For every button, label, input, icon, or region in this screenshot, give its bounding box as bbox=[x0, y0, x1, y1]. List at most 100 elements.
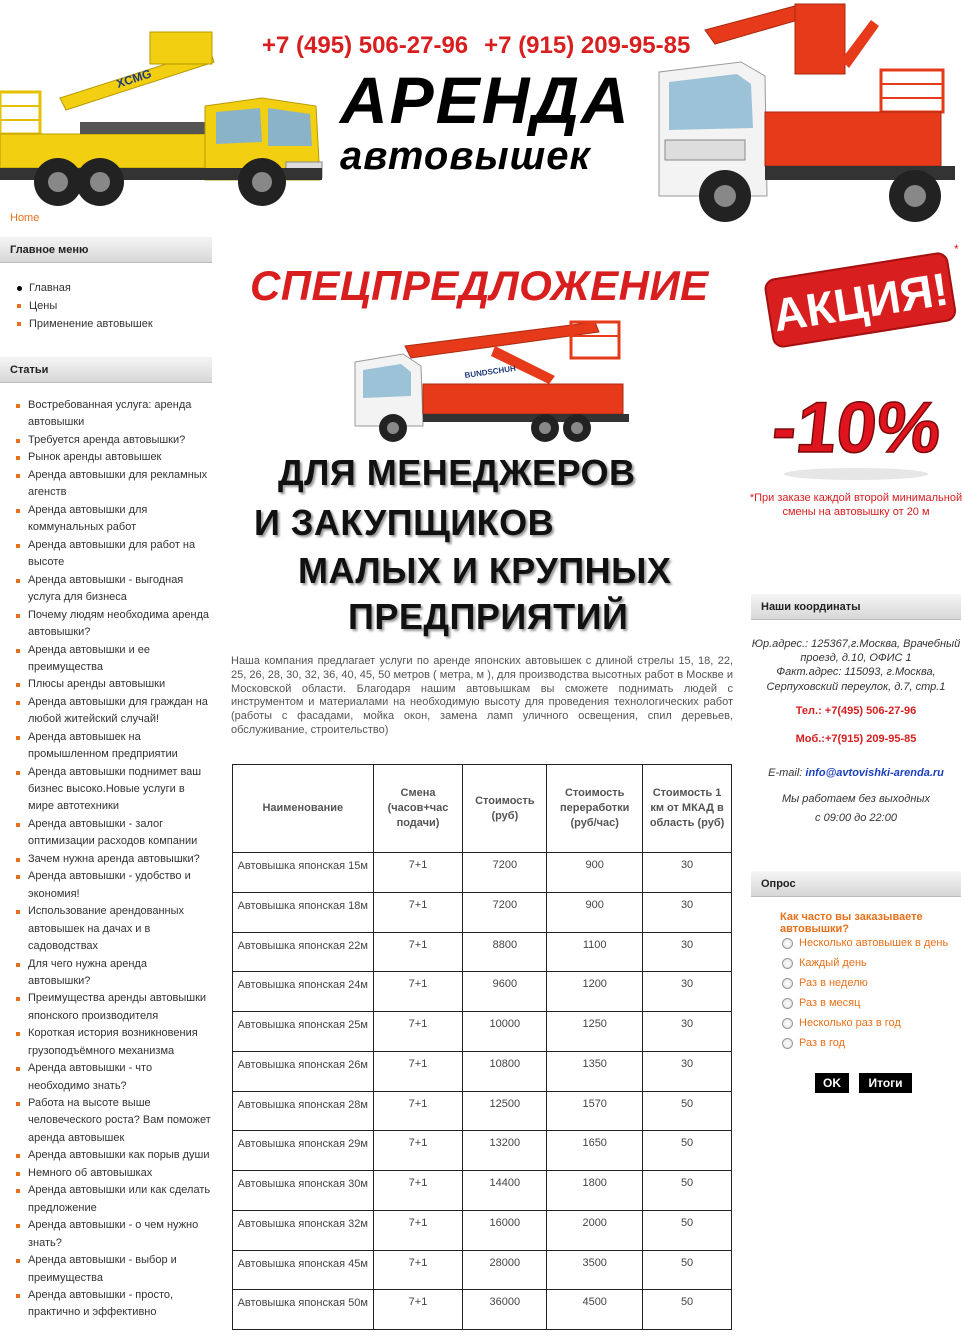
cell-overtime: 2000 bbox=[546, 1209, 644, 1251]
cell-cost: 10800 bbox=[462, 1050, 548, 1092]
article-link[interactable]: Аренда автовышки для рекламных агенств bbox=[16, 467, 212, 502]
poll-option-label: Несколько автовышек в день bbox=[799, 937, 949, 949]
article-link[interactable]: Для чего нужна аренда автовышки? bbox=[16, 956, 212, 991]
menu-item-home[interactable]: Главная bbox=[17, 279, 212, 297]
poll-option[interactable]: Каждый день bbox=[780, 957, 960, 977]
radio-button[interactable] bbox=[782, 978, 793, 989]
site-title: АРЕНДА bbox=[340, 63, 631, 137]
table-row: Автовышка японская 32м 7+1 16000 2000 50 bbox=[232, 1209, 732, 1251]
poll-ok-button[interactable]: OK bbox=[815, 1073, 849, 1093]
poll-results-button[interactable]: Итоги bbox=[859, 1073, 912, 1093]
article-link[interactable]: Аренда автовышки - что необходимо знать? bbox=[16, 1060, 212, 1095]
promo-truck-image: BUNDSCHUH bbox=[354, 320, 629, 442]
article-link[interactable]: Аренда автовышки поднимет ваш бизнес выс… bbox=[16, 764, 212, 816]
radio-button[interactable] bbox=[782, 998, 793, 1009]
contact-email-row: E-mail: info@avtovishki-arenda.ru bbox=[751, 766, 961, 780]
menu-item-prices[interactable]: Цены bbox=[17, 297, 212, 315]
cell-overtime: 1650 bbox=[546, 1130, 644, 1171]
main-menu: Главная Цены Применение автовышек bbox=[0, 263, 212, 333]
price-table-body: Автовышка японская 15м 7+1 7200 900 30 Автов… bbox=[232, 852, 732, 1330]
table-row: Автовышка японская 26м 7+1 10800 1350 30 bbox=[232, 1050, 732, 1092]
cell-km: 30 bbox=[642, 852, 732, 893]
header-phone-2[interactable]: +7 (915) 209-95-85 bbox=[484, 32, 690, 59]
price-table: Наименование Смена (часов+час подачи) Ст… bbox=[232, 764, 732, 1330]
articles-title: Статьи bbox=[0, 357, 212, 383]
radio-button[interactable] bbox=[782, 938, 793, 949]
poll-option[interactable]: Раз в месяц bbox=[780, 997, 960, 1017]
article-link[interactable]: Почему людям необходима аренда автовышки… bbox=[16, 607, 212, 642]
article-link[interactable]: Немного об автовышках bbox=[16, 1165, 212, 1182]
promo-truck-brand: BUNDSCHUH bbox=[464, 364, 517, 380]
article-link[interactable]: Зачем нужна аренда автовышки? bbox=[16, 851, 212, 868]
cell-cost: 28000 bbox=[462, 1249, 548, 1291]
radio-button[interactable] bbox=[782, 958, 793, 969]
contact-phone[interactable]: Тел.: +7(495) 506-27-96 bbox=[751, 704, 961, 718]
article-link[interactable]: Аренда автовышки и ее преимущества bbox=[16, 642, 212, 677]
article-link[interactable]: Востребованная услуга: аренда автовышки bbox=[16, 397, 212, 432]
poll-option[interactable]: Несколько автовышек в день bbox=[780, 937, 960, 957]
article-link[interactable]: Аренда автовышки - выбор и преимущества bbox=[16, 1252, 212, 1287]
cell-km: 50 bbox=[642, 1209, 732, 1251]
breadcrumb-home[interactable]: Home bbox=[10, 212, 39, 224]
contact-mobile[interactable]: Моб.:+7(915) 209-95-85 bbox=[751, 732, 961, 746]
red-truck-image bbox=[658, 3, 955, 222]
article-link[interactable]: Аренда автовышек на промышленном предпри… bbox=[16, 729, 212, 764]
article-link[interactable]: Преимущества аренды автовышки японского … bbox=[16, 990, 212, 1025]
article-link[interactable]: Рынок аренды автовышек bbox=[16, 449, 212, 466]
table-row: Автовышка японская 15м 7+1 7200 900 30 bbox=[232, 852, 732, 893]
menu-item-usage[interactable]: Применение автовышек bbox=[17, 315, 212, 333]
article-link[interactable]: Работа на высоте выше человеческого рост… bbox=[16, 1095, 212, 1147]
poll-option[interactable]: Раз в год bbox=[780, 1037, 960, 1057]
cell-shift: 7+1 bbox=[372, 1249, 464, 1291]
article-link[interactable]: Аренда автовышки для граждан на любой жи… bbox=[16, 694, 212, 729]
cell-name: Автовышка японская 15м bbox=[232, 852, 374, 893]
article-link[interactable]: Использование арендованных автовышек на … bbox=[16, 903, 212, 955]
discount-text: -10% bbox=[769, 388, 944, 468]
article-link[interactable]: Аренда автовышки - удобство и экономия! bbox=[16, 868, 212, 903]
cell-name: Автовышка японская 24м bbox=[232, 971, 374, 1012]
col-header-name: Наименование bbox=[232, 764, 374, 853]
article-link[interactable]: Аренда автовышки для коммунальных работ bbox=[16, 502, 212, 537]
cell-km: 30 bbox=[642, 1050, 732, 1092]
article-link[interactable]: Аренда автовышки - просто, практично и э… bbox=[16, 1287, 212, 1322]
poll-option[interactable]: Несколько раз в год bbox=[780, 1017, 960, 1037]
cell-cost: 12500 bbox=[462, 1090, 548, 1132]
promo-line-2: И ЗАКУПЩИКОВ bbox=[254, 502, 555, 543]
cell-name: Автовышка японская 45м bbox=[232, 1249, 374, 1291]
header-phones: +7 (495) 506-27-96 +7 (915) 209-95-85 bbox=[262, 32, 690, 60]
header-phone-1[interactable]: +7 (495) 506-27-96 bbox=[262, 32, 468, 59]
poll-options: Несколько автовышек в день Каждый день Р… bbox=[780, 937, 960, 1057]
article-link[interactable]: Аренда автовышки - залог оптимизации рас… bbox=[16, 816, 212, 851]
promo-line-3: МАЛЫХ И КРУПНЫХ bbox=[298, 550, 672, 591]
articles-list: Востребованная услуга: аренда автовышки … bbox=[0, 383, 212, 1322]
cell-shift: 7+1 bbox=[372, 1130, 464, 1171]
cell-shift: 7+1 bbox=[372, 971, 464, 1012]
radio-button[interactable] bbox=[782, 1038, 793, 1049]
cell-cost: 7200 bbox=[462, 891, 548, 933]
article-link[interactable]: Короткая история возникновения грузоподъ… bbox=[16, 1025, 212, 1060]
cell-shift: 7+1 bbox=[372, 1289, 464, 1330]
article-link[interactable]: Аренда автовышки для работ на высоте bbox=[16, 537, 212, 572]
left-sidebar: Главное меню Главная Цены Применение авт… bbox=[0, 237, 212, 1322]
cell-overtime: 1200 bbox=[546, 971, 644, 1012]
table-row: Автовышка японская 45м 7+1 28000 3500 50 bbox=[232, 1249, 732, 1291]
poll-question: Как часто вы заказываете автовышки? bbox=[780, 911, 923, 935]
article-link[interactable]: Плюсы аренды автовышки bbox=[16, 676, 212, 693]
cell-name: Автовышка японская 22м bbox=[232, 931, 374, 973]
article-link[interactable]: Аренда автовышки - выгодная услуга для б… bbox=[16, 572, 212, 607]
article-link[interactable]: Аренда автовышки - о чем нужно знать? bbox=[16, 1217, 212, 1252]
col-header-cost: Стоимость (руб) bbox=[462, 764, 548, 853]
table-row: Автовышка японская 25м 7+1 10000 1250 30 bbox=[232, 1011, 732, 1052]
header: XCMG +7 (495) 506-27-96 +7 (915) 209-95-8… bbox=[0, 0, 964, 232]
poll-option-label: Несколько раз в год bbox=[799, 1017, 901, 1029]
article-link[interactable]: Требуется аренда автовышки? bbox=[16, 432, 212, 449]
poll-option[interactable]: Раз в неделю bbox=[780, 977, 960, 997]
cell-shift: 7+1 bbox=[372, 1170, 464, 1211]
article-link[interactable]: Аренда автовышки как порыв души bbox=[16, 1147, 212, 1164]
cell-km: 50 bbox=[642, 1090, 732, 1132]
actual-address: Факт.адрес: 115093, г.Москва, Серпуховск… bbox=[766, 666, 946, 693]
email-link[interactable]: info@avtovishki-arenda.ru bbox=[805, 767, 943, 779]
poll-option-label: Раз в неделю bbox=[799, 977, 868, 989]
radio-button[interactable] bbox=[782, 1018, 793, 1029]
article-link[interactable]: Аренда автовышки или как сделать предлож… bbox=[16, 1182, 212, 1217]
